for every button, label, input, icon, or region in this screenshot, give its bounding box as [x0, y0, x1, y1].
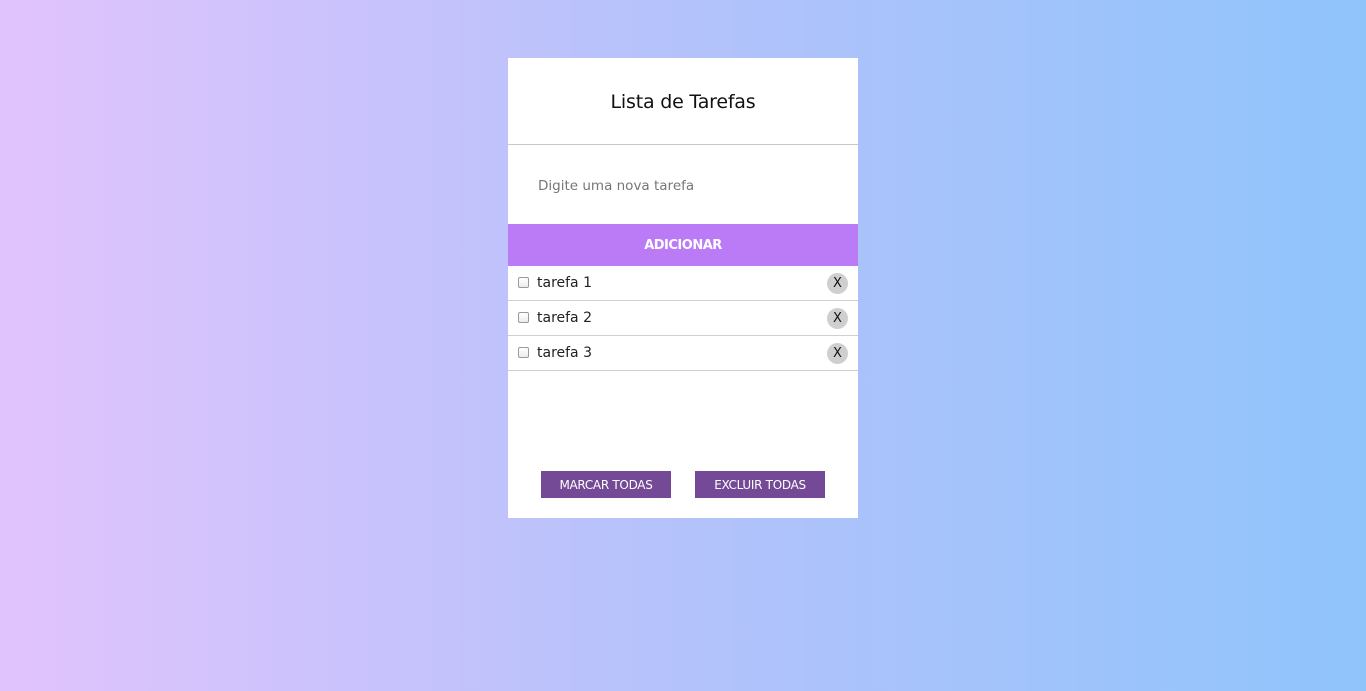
task-checkbox[interactable] [518, 311, 529, 323]
task-item: tarefa 1 X [508, 266, 858, 301]
task-text: tarefa 3 [537, 345, 592, 361]
page-title: Lista de Tarefas [610, 91, 756, 113]
mark-all-button[interactable]: MARCAR TODAS [541, 471, 671, 498]
task-input-wrapper [508, 145, 858, 224]
delete-task-button[interactable]: X [827, 272, 848, 294]
task-text: tarefa 1 [537, 275, 592, 291]
task-checkbox[interactable] [518, 346, 529, 358]
task-item: tarefa 2 X [508, 301, 858, 336]
task-text: tarefa 2 [537, 310, 592, 326]
add-task-button[interactable]: ADICIONAR [508, 224, 858, 266]
new-task-input[interactable] [538, 177, 828, 194]
task-list: tarefa 1 X tarefa 2 X tarefa 3 X [508, 266, 858, 371]
task-item: tarefa 3 X [508, 336, 858, 371]
delete-all-button[interactable]: EXCLUIR TODAS [695, 471, 825, 498]
card-header: Lista de Tarefas [508, 58, 858, 145]
delete-task-button[interactable]: X [827, 307, 848, 329]
bulk-actions: MARCAR TODAS EXCLUIR TODAS [541, 471, 825, 498]
delete-task-button[interactable]: X [827, 342, 848, 364]
task-checkbox[interactable] [518, 276, 529, 288]
todo-card: Lista de Tarefas ADICIONAR tarefa 1 X ta… [508, 58, 858, 518]
